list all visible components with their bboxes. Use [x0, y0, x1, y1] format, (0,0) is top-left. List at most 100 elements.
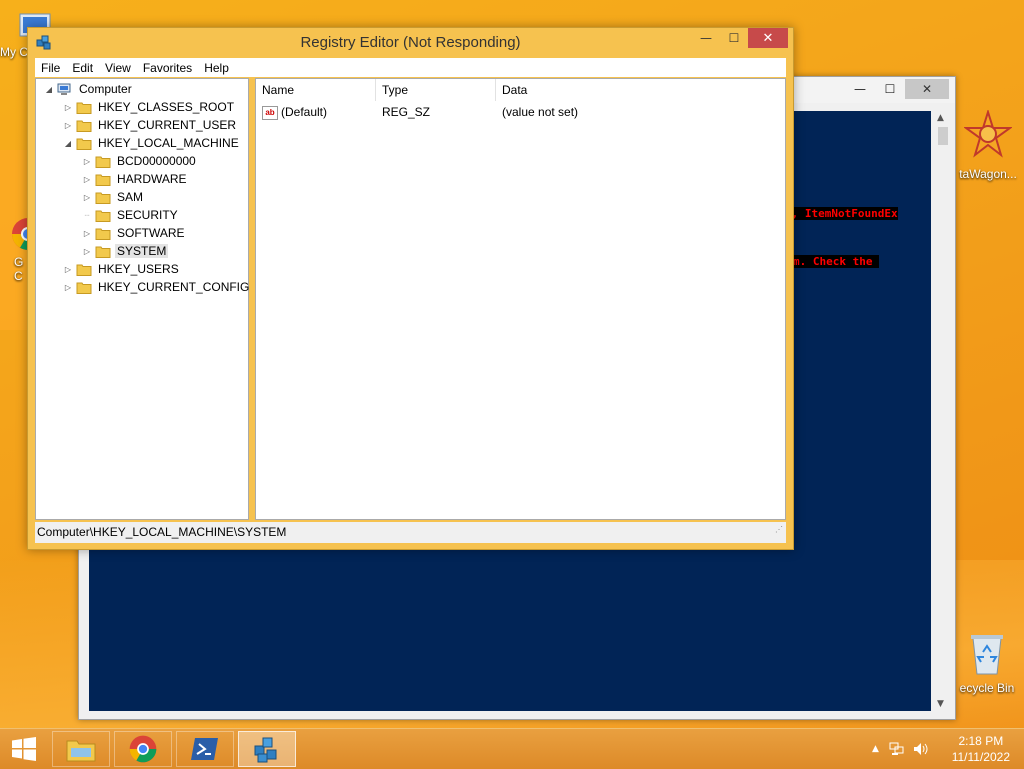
system-tray: ▲	[872, 729, 929, 769]
error-text: m. Check the	[793, 255, 880, 268]
windows-logo-icon	[12, 737, 36, 761]
value-data: (value not set)	[502, 105, 579, 119]
tree-item-label: SECURITY	[117, 208, 178, 222]
chrome-icon	[129, 735, 157, 763]
folder-icon	[76, 264, 92, 276]
tree-item-hkey-classes-root[interactable]: ▷ HKEY_CLASSES_ROOT	[63, 98, 236, 116]
scrollbar-thumb[interactable]	[938, 127, 948, 145]
expand-icon[interactable]: ▷	[82, 193, 92, 202]
registry-editor-window[interactable]: Registry Editor (Not Responding) — ☐ ✕ F…	[27, 27, 794, 550]
scroll-up-icon[interactable]: ▲	[937, 113, 944, 123]
tree-item-label: Computer	[79, 82, 132, 96]
tree-item-label: SOFTWARE	[117, 226, 185, 240]
folder-icon	[95, 210, 111, 222]
expand-icon[interactable]: ▷	[82, 175, 92, 184]
tree-item-hkey-current-user[interactable]: ▷ HKEY_CURRENT_USER	[63, 116, 238, 134]
taskbar-regedit[interactable]	[238, 731, 296, 767]
tree-item-system[interactable]: ▷ SYSTEM	[82, 242, 169, 260]
taskbar-chrome[interactable]	[114, 731, 172, 767]
tree-item-hardware[interactable]: ▷ HARDWARE	[82, 170, 189, 188]
collapse-icon[interactable]: ◢	[63, 139, 73, 148]
tree-item-hkey-current-config[interactable]: ▷ HKEY_CURRENT_CONFIG	[63, 278, 251, 296]
folder-icon	[76, 120, 92, 132]
show-hidden-icons-icon[interactable]: ▲	[872, 744, 879, 754]
tree-item-label: SAM	[117, 190, 144, 204]
taskbar-file-explorer[interactable]	[52, 731, 110, 767]
expand-icon[interactable]: ▷	[63, 121, 73, 130]
folder-icon	[95, 174, 111, 186]
maximize-button[interactable]: ☐	[720, 28, 748, 48]
tree-item-label: HKEY_CURRENT_CONFIG	[98, 280, 250, 294]
desktop-icon-datawagon[interactable]: taWagon...	[952, 108, 1024, 181]
folder-icon	[76, 102, 92, 114]
tree-item-bcd[interactable]: ▷ BCD00000000	[82, 152, 198, 170]
status-path: Computer\HKEY_LOCAL_MACHINE\SYSTEM	[37, 525, 287, 539]
minimize-button[interactable]: —	[692, 28, 720, 48]
tree-item-label: BCD00000000	[117, 154, 196, 168]
menu-bar: File Edit View Favorites Help	[35, 58, 786, 77]
close-button[interactable]: ✕	[748, 28, 788, 48]
desktop-icon-label: ecycle Bin	[959, 681, 1015, 695]
start-button[interactable]	[0, 729, 48, 769]
powershell-minimize-button[interactable]: —	[845, 79, 875, 99]
tree-item-security[interactable]: ┄ SECURITY	[82, 206, 180, 224]
tree-item-hkey-local-machine[interactable]: ◢ HKEY_LOCAL_MACHINE	[63, 134, 241, 152]
computer-icon	[57, 83, 71, 95]
folder-icon	[95, 156, 111, 168]
recycle-bin-icon	[971, 635, 1003, 675]
menu-view[interactable]: View	[99, 61, 137, 75]
network-icon[interactable]	[889, 742, 905, 756]
expand-icon[interactable]: ▷	[82, 157, 92, 166]
tree-item-software[interactable]: ▷ SOFTWARE	[82, 224, 187, 242]
registry-editor-titlebar[interactable]: Registry Editor (Not Responding) — ☐ ✕	[28, 28, 793, 58]
powershell-scrollbar[interactable]: ▲ ▼	[935, 111, 951, 711]
powershell-close-button[interactable]: ✕	[905, 79, 949, 99]
menu-edit[interactable]: Edit	[66, 61, 99, 75]
folder-icon	[95, 228, 111, 240]
expand-icon[interactable]: ▷	[63, 103, 73, 112]
collapse-icon[interactable]: ◢	[44, 85, 54, 94]
registry-tree[interactable]: ◢ Computer ▷ HKEY_CLASSES_ROOT ▷ HKEY_CU…	[35, 78, 249, 520]
powershell-icon	[191, 738, 218, 760]
menu-file[interactable]: File	[35, 61, 66, 75]
taskbar: ▲ 2:18 PM 11/11/2022	[0, 728, 1024, 769]
expand-icon[interactable]: ▷	[63, 283, 73, 292]
file-explorer-icon	[66, 740, 96, 762]
folder-icon	[95, 192, 111, 204]
value-type: REG_SZ	[382, 105, 431, 119]
tree-line: ┄	[84, 210, 90, 220]
tree-item-label: SYSTEM	[115, 244, 169, 258]
volume-icon[interactable]	[913, 742, 929, 756]
status-bar: Computer\HKEY_LOCAL_MACHINE\SYSTEM ⋰	[35, 522, 786, 543]
registry-values-list[interactable]: Name Type Data ab (Default) REG_SZ (value…	[255, 78, 786, 520]
tree-item-computer[interactable]: ◢ Computer	[44, 80, 134, 98]
column-header-name[interactable]: Name	[256, 79, 376, 101]
tree-item-hkey-users[interactable]: ▷ HKEY_USERS	[63, 260, 181, 278]
string-value-icon: ab	[262, 105, 278, 120]
resize-grip-icon[interactable]: ⋰	[775, 519, 783, 540]
taskbar-powershell[interactable]	[176, 731, 234, 767]
datawagon-icon	[962, 108, 1014, 158]
clock[interactable]: 2:18 PM 11/11/2022	[952, 733, 1010, 765]
tree-item-label: HKEY_USERS	[98, 262, 179, 276]
tree-item-label: HARDWARE	[117, 172, 187, 186]
tree-item-label: HKEY_CLASSES_ROOT	[98, 100, 235, 114]
expand-icon[interactable]: ▷	[63, 265, 73, 274]
menu-help[interactable]: Help	[198, 61, 235, 75]
menu-favorites[interactable]: Favorites	[137, 61, 198, 75]
folder-icon	[76, 282, 92, 294]
expand-icon[interactable]: ▷	[82, 229, 92, 238]
folder-icon	[95, 246, 111, 258]
powershell-maximize-button[interactable]: ☐	[875, 79, 905, 99]
column-header-data[interactable]: Data	[496, 79, 785, 101]
column-header-type[interactable]: Type	[376, 79, 496, 101]
desktop-icon-label: taWagon...	[959, 167, 1017, 181]
clock-time: 2:18 PM	[958, 734, 1004, 748]
table-row[interactable]: ab (Default) REG_SZ (value not set)	[256, 103, 785, 121]
expand-icon[interactable]: ▷	[82, 247, 92, 256]
desktop-icon-recycle-bin[interactable]: ecycle Bin	[950, 630, 1024, 695]
tree-item-sam[interactable]: ▷ SAM	[82, 188, 145, 206]
scroll-down-icon[interactable]: ▼	[937, 699, 944, 709]
tree-item-label: HKEY_CURRENT_USER	[98, 118, 237, 132]
tree-item-label: HKEY_LOCAL_MACHINE	[98, 136, 239, 150]
